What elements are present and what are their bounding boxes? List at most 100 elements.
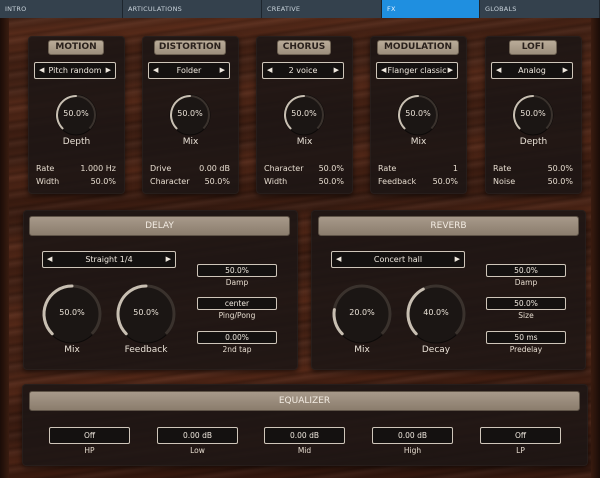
- reverb-mix-label: Mix: [354, 345, 370, 355]
- eq-hp-field[interactable]: Off: [49, 427, 130, 444]
- reverb-type-value: Concert hall: [373, 255, 423, 264]
- lofi-knob[interactable]: 50.0%: [511, 93, 555, 137]
- modulation-knob[interactable]: 50.0%: [396, 93, 440, 137]
- chorus-param-row: Width 50.0%: [264, 177, 344, 186]
- delay-mix-knob[interactable]: 50.0%: [41, 283, 103, 345]
- tab-articulations[interactable]: ARTICULATIONS: [123, 0, 262, 18]
- triangle-left-icon[interactable]: ◀: [336, 252, 341, 267]
- param-label: Noise: [493, 177, 516, 186]
- chorus-knob-label: Mix: [296, 137, 313, 147]
- param-value[interactable]: 50.0%: [319, 164, 344, 173]
- triangle-left-icon[interactable]: ◀: [267, 63, 272, 78]
- tab-fx[interactable]: FX: [382, 0, 480, 18]
- motion-title: MOTION: [48, 40, 104, 55]
- tab-bar: INTRO ARTICULATIONS CREATIVE FX GLOBALS: [0, 0, 600, 18]
- delay-2nd-tap-field[interactable]: 0.00%: [197, 331, 277, 344]
- triangle-left-icon[interactable]: ◀: [496, 63, 501, 78]
- delay-feedback-value: 50.0%: [133, 308, 159, 317]
- chorus-knob-value: 50.0%: [291, 109, 317, 118]
- param-value[interactable]: 1: [453, 164, 458, 173]
- triangle-right-icon[interactable]: ▶: [448, 63, 453, 78]
- tab-intro[interactable]: INTRO: [0, 0, 123, 18]
- param-label: Drive: [150, 164, 172, 173]
- distortion-mode-selector[interactable]: ◀ Folder ▶: [148, 62, 230, 79]
- reverb-predelay-field[interactable]: 50 ms: [486, 331, 566, 344]
- eq-high-field[interactable]: 0.00 dB: [372, 427, 453, 444]
- motion-mode-value: Pitch random: [48, 66, 102, 75]
- tab-creative[interactable]: CREATIVE: [262, 0, 382, 18]
- param-label: Rate: [36, 164, 55, 173]
- distortion-knob-label: Mix: [182, 137, 199, 147]
- reverb-decay-value: 40.0%: [423, 308, 449, 317]
- distortion-knob[interactable]: 50.0%: [168, 93, 212, 137]
- left-edge: [0, 18, 9, 478]
- param-value[interactable]: 50.0%: [319, 177, 344, 186]
- modulation-param-row: Feedback 50.0%: [378, 177, 458, 186]
- motion-param-row: Width 50.0%: [36, 177, 116, 186]
- lofi-param-row: Noise 50.0%: [493, 177, 573, 186]
- lofi-title: LOFI: [509, 40, 557, 55]
- param-label: Rate: [378, 164, 397, 173]
- delay-title: DELAY: [29, 216, 290, 236]
- eq-mid-field[interactable]: 0.00 dB: [264, 427, 345, 444]
- triangle-left-icon[interactable]: ◀: [39, 63, 44, 78]
- motion-knob-label: Depth: [62, 137, 91, 147]
- modulation-mode-selector[interactable]: ◀ Flanger classic ▶: [376, 62, 458, 79]
- delay-2nd-tap-label: 2nd tap: [222, 345, 252, 354]
- param-value[interactable]: 1.000 Hz: [80, 164, 116, 173]
- motion-param-row: Rate 1.000 Hz: [36, 164, 116, 173]
- param-label: Rate: [493, 164, 512, 173]
- param-value[interactable]: 50.0%: [548, 164, 573, 173]
- delay-damp-field[interactable]: 50.0%: [197, 264, 277, 277]
- delay-mode-selector[interactable]: ◀ Straight 1/4 ▶: [42, 251, 176, 268]
- chorus-knob[interactable]: 50.0%: [282, 93, 326, 137]
- param-label: Feedback: [378, 177, 417, 186]
- lofi-mode-value: Analog: [518, 66, 546, 75]
- triangle-right-icon[interactable]: ▶: [166, 252, 171, 267]
- triangle-left-icon[interactable]: ◀: [381, 63, 386, 78]
- lofi-param-row: Rate 50.0%: [493, 164, 573, 173]
- triangle-right-icon[interactable]: ▶: [334, 63, 339, 78]
- eq-low-field[interactable]: 0.00 dB: [157, 427, 238, 444]
- delay-feedback-label: Feedback: [124, 345, 168, 355]
- modulation-param-row: Rate 1: [378, 164, 458, 173]
- triangle-right-icon[interactable]: ▶: [563, 63, 568, 78]
- triangle-left-icon[interactable]: ◀: [47, 252, 52, 267]
- motion-knob[interactable]: 50.0%: [54, 93, 98, 137]
- eq-mid-label: Mid: [297, 446, 312, 455]
- motion-mode-selector[interactable]: ◀ Pitch random ▶: [34, 62, 116, 79]
- distortion-title: DISTORTION: [154, 40, 226, 55]
- param-value[interactable]: 50.0%: [548, 177, 573, 186]
- equalizer-title: EQUALIZER: [29, 391, 580, 411]
- right-edge: [591, 18, 600, 478]
- param-value[interactable]: 0.00 dB: [199, 164, 230, 173]
- triangle-right-icon[interactable]: ▶: [455, 252, 460, 267]
- distortion-knob-value: 50.0%: [177, 109, 203, 118]
- modulation-mode-value: Flanger classic: [387, 66, 447, 75]
- param-label: Width: [264, 177, 288, 186]
- tab-globals[interactable]: GLOBALS: [480, 0, 600, 18]
- modulation-title: MODULATION: [377, 40, 459, 55]
- modulation-knob-value: 50.0%: [405, 109, 431, 118]
- delay-pingpong-field[interactable]: center: [197, 297, 277, 310]
- param-value[interactable]: 50.0%: [205, 177, 230, 186]
- param-value[interactable]: 50.0%: [91, 177, 116, 186]
- eq-low-label: Low: [190, 446, 205, 455]
- triangle-right-icon[interactable]: ▶: [106, 63, 111, 78]
- distortion-param-row: Drive 0.00 dB: [150, 164, 230, 173]
- triangle-left-icon[interactable]: ◀: [153, 63, 158, 78]
- lofi-mode-selector[interactable]: ◀ Analog ▶: [491, 62, 573, 79]
- reverb-size-label: Size: [518, 311, 534, 320]
- reverb-type-selector[interactable]: ◀ Concert hall ▶: [331, 251, 465, 268]
- triangle-right-icon[interactable]: ▶: [220, 63, 225, 78]
- eq-lp-field[interactable]: Off: [480, 427, 561, 444]
- chorus-mode-selector[interactable]: ◀ 2 voice ▶: [262, 62, 344, 79]
- chorus-title: CHORUS: [277, 40, 331, 55]
- delay-feedback-knob[interactable]: 50.0%: [115, 283, 177, 345]
- reverb-damp-field[interactable]: 50.0%: [486, 264, 566, 277]
- reverb-decay-knob[interactable]: 40.0%: [405, 283, 467, 345]
- param-value[interactable]: 50.0%: [433, 177, 458, 186]
- reverb-size-field[interactable]: 50.0%: [486, 297, 566, 310]
- reverb-mix-knob[interactable]: 20.0%: [331, 283, 393, 345]
- distortion-mode-value: Folder: [176, 66, 202, 75]
